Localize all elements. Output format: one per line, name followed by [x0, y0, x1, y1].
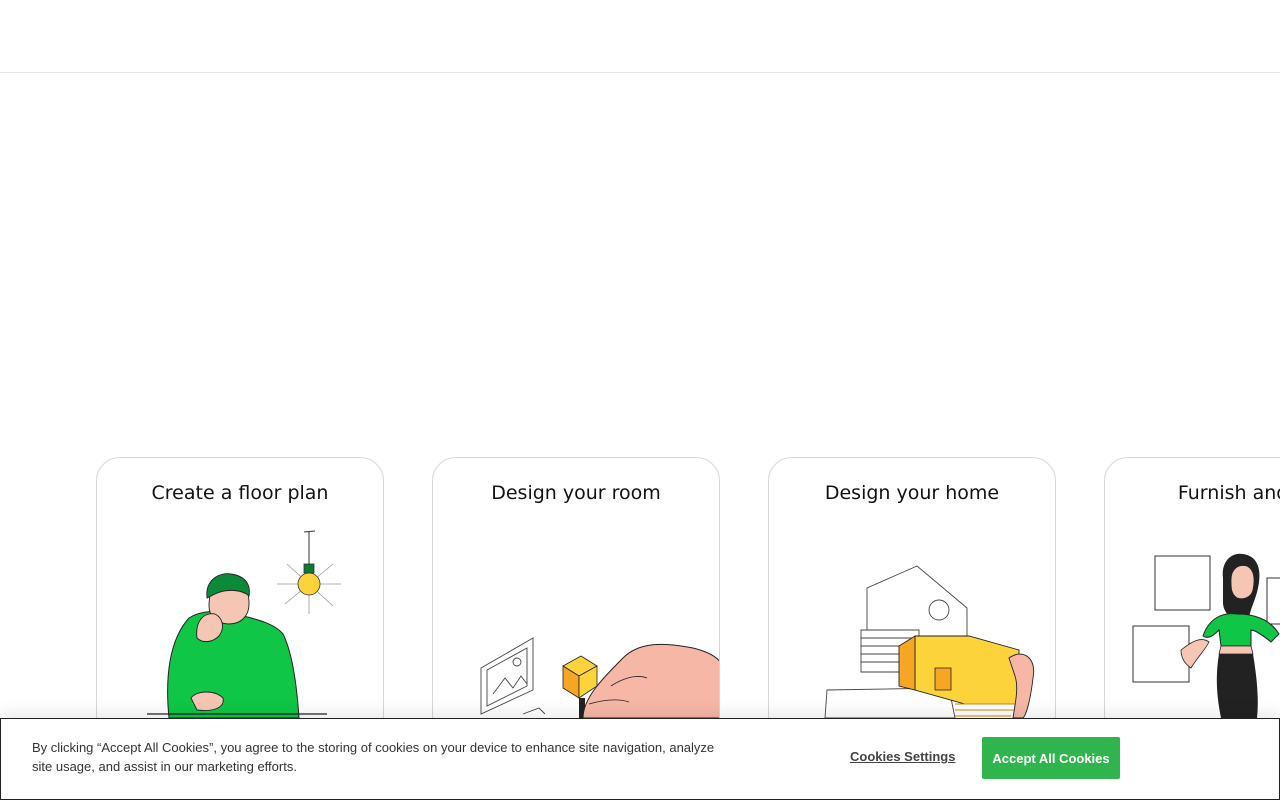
feature-cards-row: Create a floor plan Design your room Des…: [0, 457, 1280, 727]
cookies-settings-button[interactable]: Cookies Settings: [850, 749, 955, 764]
card-title: Furnish and de: [1177, 482, 1280, 504]
cookie-consent-text: By clicking “Accept All Cookies”, you ag…: [32, 740, 715, 774]
accept-all-cookies-button[interactable]: Accept All Cookies: [982, 737, 1120, 779]
card-title: Design your room: [491, 482, 661, 504]
card-furnish-and-decorate[interactable]: Furnish and de: [1104, 457, 1280, 727]
house-model-illustration: [824, 565, 1035, 718]
card-design-your-home[interactable]: Design your home: [768, 457, 1056, 727]
hand-placing-block-illustration: [480, 637, 719, 718]
top-navigation-bar: [0, 0, 1280, 73]
card-title: Design your home: [824, 482, 1000, 504]
woman-with-frames-illustration: [1132, 553, 1280, 718]
card-design-your-room[interactable]: Design your room: [432, 457, 720, 727]
card-title: Create a floor plan: [151, 482, 329, 504]
card-create-floor-plan[interactable]: Create a floor plan: [96, 457, 384, 727]
cookie-consent-banner: By clicking “Accept All Cookies”, you ag…: [0, 718, 1280, 800]
person-thinking-lightbulb-illustration: [147, 530, 341, 718]
